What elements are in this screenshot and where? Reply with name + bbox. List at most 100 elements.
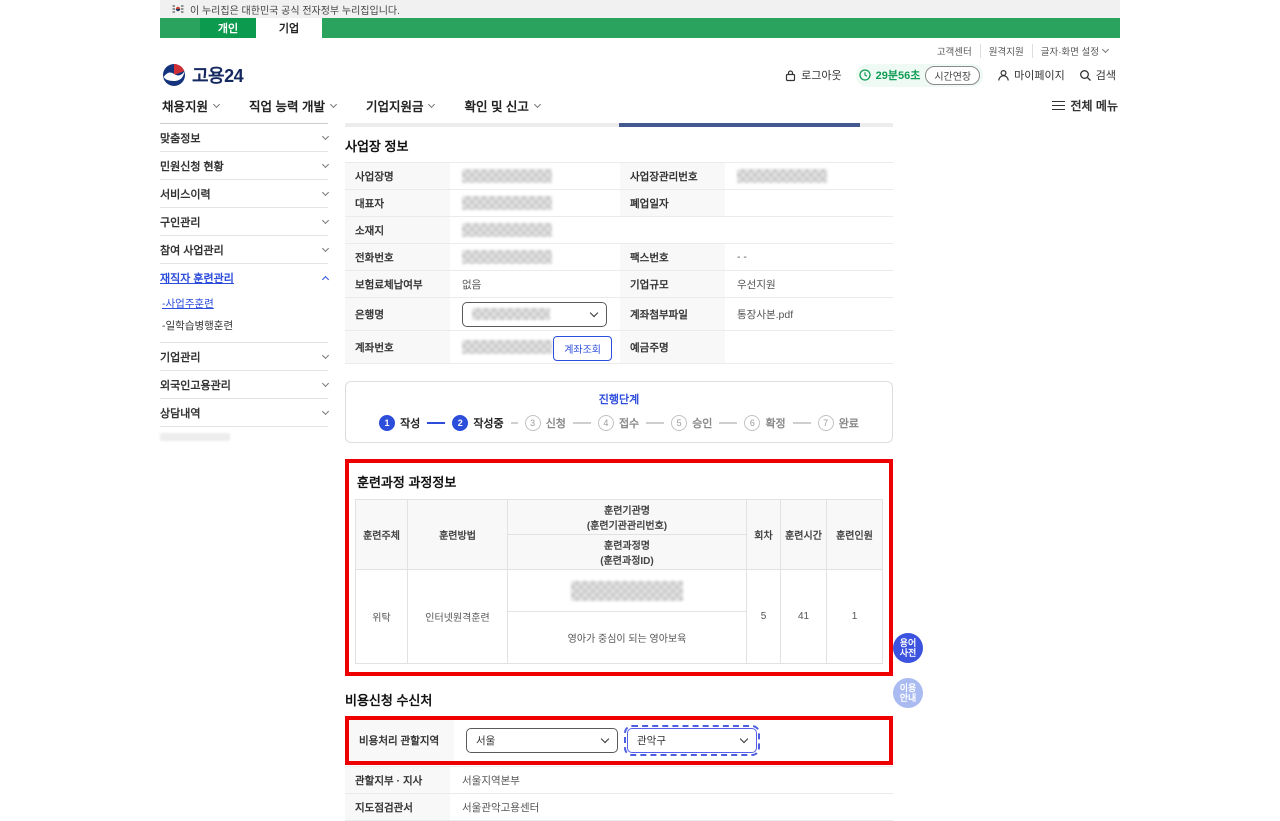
chevron-down-icon: [322, 216, 329, 223]
gov-notice-bar: 이 누리집은 대한민국 공식 전자정부 누리집입니다.: [160, 0, 1120, 18]
chevron-down-icon: [330, 100, 337, 107]
field-value: [450, 298, 620, 331]
notice-text: 이 누리집은 대한민국 공식 전자정부 누리집입니다.: [190, 2, 400, 17]
link-customer-center[interactable]: 고객센터: [929, 44, 981, 58]
glossary-button[interactable]: 용어 사전: [893, 633, 923, 663]
search-label: 검색: [1096, 67, 1116, 83]
redacted-value: [462, 223, 552, 237]
sidebar-item-blurred: [160, 433, 230, 441]
redacted-value: [571, 581, 683, 601]
col-header-line: 훈련과정명: [510, 537, 744, 552]
field-label: 계좌번호: [345, 331, 450, 364]
table-row: 소재지: [345, 217, 893, 244]
field-label: 보험료체납여부: [345, 271, 450, 298]
chevron-down-icon: [213, 100, 220, 107]
site-tab-spacer: [160, 18, 200, 38]
glossary-label-line1: 용어: [900, 638, 917, 648]
field-value-redacted: [725, 163, 893, 190]
field-value: 우선지원: [725, 271, 893, 298]
course-info-highlight: 훈련과정 과정정보 훈련주체 훈련방법 훈련기관명(훈련기관관리번호) 회차 훈…: [345, 459, 893, 676]
search-button[interactable]: 검색: [1079, 67, 1116, 83]
mypage-label: 마이페이지: [1014, 67, 1065, 83]
cell-org-redacted: [508, 570, 747, 612]
region-district-select[interactable]: 관악구: [627, 728, 757, 753]
nav-item-recruit[interactable]: 채용지원: [162, 96, 219, 115]
redacted-value: [472, 308, 550, 320]
tab-personal[interactable]: 개인: [200, 18, 256, 38]
nav-item-subsidy[interactable]: 기업지원금: [366, 96, 435, 115]
step-connector: [793, 422, 811, 424]
redacted-value: [462, 340, 552, 354]
hamburger-icon: [1052, 101, 1065, 110]
chevron-down-icon: [534, 100, 541, 107]
guide-label-line2: 안내: [900, 693, 917, 703]
sidebar-item-program-mgmt[interactable]: 참여 사업관리: [160, 236, 328, 264]
site-logo[interactable]: 고용24: [162, 62, 243, 88]
step-number: 4: [598, 415, 614, 431]
field-value-redacted: [450, 190, 620, 217]
logout-button[interactable]: 로그아웃: [784, 67, 841, 83]
sidebar-item-incumbent-training[interactable]: 재직자 훈련관리: [160, 264, 328, 292]
site-tab-bar: 개인 기업: [160, 18, 1120, 38]
sidebar-item-custom-info[interactable]: 맞춤정보: [160, 124, 328, 152]
field-value: 서울지역본부: [450, 767, 893, 794]
redacted-value: [462, 169, 552, 183]
sidebar-item-service-history[interactable]: 서비스이력: [160, 180, 328, 208]
cell-hours: 41: [781, 570, 827, 664]
region-city-select[interactable]: 서울: [466, 728, 618, 753]
main-panel: 사업장 정보 사업장명 사업장관리번호 대표자 폐업일자 소재지: [345, 123, 893, 821]
step-label: 접수: [619, 415, 639, 431]
step-label: 완료: [839, 415, 859, 431]
account-check-button[interactable]: 계좌조회: [553, 336, 612, 361]
nav-item-vocational[interactable]: 직업 능력 개발: [249, 96, 336, 115]
step-write: 1작성: [379, 415, 420, 431]
logo-text: 고용24: [192, 62, 243, 88]
sidebar-item-civil-status[interactable]: 민원신청 현황: [160, 152, 328, 180]
sidebar-subitem-employer-training[interactable]: -사업주훈련: [160, 292, 328, 314]
chevron-down-icon: [740, 735, 748, 743]
col-header: 훈련인원: [827, 500, 883, 570]
sidebar-item-consultation[interactable]: 상담내역: [160, 399, 328, 427]
nav-item-report[interactable]: 확인 및 신고: [464, 96, 539, 115]
chevron-down-icon: [322, 379, 329, 386]
tab-business[interactable]: 기업: [256, 18, 322, 38]
sidebar-subitem-work-learning[interactable]: -일학습병행훈련: [160, 314, 328, 336]
chevron-down-icon: [1102, 46, 1109, 53]
cell-method: 인터넷원격훈련: [408, 570, 508, 664]
mypage-button[interactable]: 마이페이지: [997, 67, 1065, 83]
all-menu-button[interactable]: 전체 메뉴: [1052, 97, 1119, 114]
table-row: 관할지부 · 지사 서울지역본부: [345, 767, 893, 794]
link-display-settings[interactable]: 글자·화면 설정: [1033, 44, 1116, 58]
table-row: 위탁 인터넷원격훈련 5 41 1: [356, 570, 883, 612]
sidebar-item-company-mgmt[interactable]: 기업관리: [160, 343, 328, 371]
sidebar-item-job-posting[interactable]: 구인관리: [160, 208, 328, 236]
step-label: 신청: [546, 415, 566, 431]
chevron-down-icon: [428, 100, 435, 107]
sidebar: 맞춤정보 민원신청 현황 서비스이력 구인관리 참여 사업관리 재직자 훈련관리…: [160, 123, 328, 821]
col-header-line: 훈련기관명: [510, 502, 744, 517]
bank-select[interactable]: [462, 302, 607, 327]
field-value: 서울관악고용센터: [450, 794, 893, 821]
chevron-down-icon: [322, 188, 329, 195]
col-header: 훈련기관명(훈련기관관리번호): [508, 500, 747, 535]
step-receive: 4 접수: [598, 415, 639, 431]
step-label: 확정: [765, 415, 785, 431]
extend-time-button[interactable]: 시간연장: [925, 66, 980, 85]
cell-round: 5: [747, 570, 781, 664]
table-row: 사업장명 사업장관리번호: [345, 163, 893, 190]
cutoff-tab-active: [619, 123, 860, 127]
sidebar-item-foreign-employment[interactable]: 외국인고용관리: [160, 371, 328, 399]
step-number: 2: [452, 415, 468, 431]
sidebar-subgroup: -사업주훈련 -일학습병행훈련: [160, 292, 328, 343]
link-remote-support[interactable]: 원격지원: [981, 44, 1033, 58]
step-complete: 7완료: [818, 415, 859, 431]
step-connector: [427, 422, 445, 424]
usage-guide-button[interactable]: 이용 안내: [893, 678, 923, 708]
progress-steps-box: 진행단계 1작성 2작성중 3신청 4접수 5승인 6확정 7완료: [345, 381, 893, 443]
progress-steps: 1작성 2작성중 3신청 4접수 5승인 6확정 7완료: [354, 415, 884, 431]
progress-title: 진행단계: [354, 391, 884, 407]
field-label: 사업장명: [345, 163, 450, 190]
step-connector: [573, 422, 591, 424]
logout-label: 로그아웃: [801, 67, 841, 83]
step-number: 1: [379, 415, 395, 431]
